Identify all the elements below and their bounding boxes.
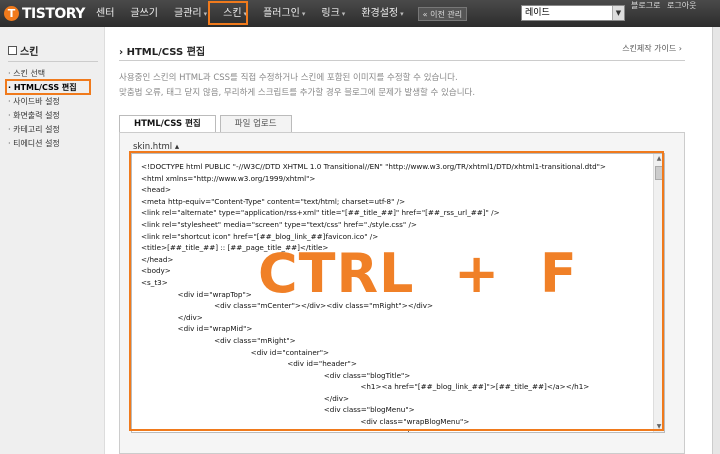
sidebar-item-display-settings[interactable]: · 화면출력 설정 [8,109,77,123]
skin-guide-link[interactable]: 스킨제작 가이드 › [622,43,682,54]
top-links: 블로그로 로그아웃 [631,0,700,27]
sidebar-item-category-settings[interactable]: · 카테고리 설정 [8,123,77,137]
menu-label-settings: 환경설정 [361,8,399,19]
chevron-down-icon: ▾ [301,10,306,18]
editor-tabs: HTML/CSS 편집 파일 업로드 [119,115,292,133]
chevron-down-icon: ▾ [341,10,346,18]
sidebar-item-tedition-settings[interactable]: · 티에디션 설정 [8,137,77,151]
skin-guide-text: 스킨제작 가이드 [622,44,677,53]
menu-label-posts: 글관리 [174,8,202,19]
sidebar-item-sidebar-settings[interactable]: · 사이드바 설정 [8,95,77,109]
page-title-text: HTML/CSS 편집 [126,47,206,58]
square-icon [8,46,17,55]
menu-item-link[interactable]: 링크 ▾ [313,0,353,27]
top-navigation-bar: T TISTORY 센터 글쓰기 글관리 ▾ 스킨 ▾ 플러그인 ▾ 링크 ▾ 환경설정… [0,0,720,27]
tistory-logo[interactable]: T TISTORY [4,4,85,23]
html-css-sidebar-highlight [5,79,91,95]
menu-label-link: 링크 [321,8,340,19]
page-title: › HTML/CSS 편집 [119,47,206,58]
sidebar-title-text: 스킨 [20,47,39,58]
tab-file-upload[interactable]: 파일 업로드 [219,115,292,133]
blog-select[interactable]: 레이드 ▼ [521,5,625,21]
blog-select-value: 레이드 [525,8,550,18]
menu-item-plugin[interactable]: 플러그인 ▾ [255,0,313,27]
logout-link[interactable]: 로그아웃 [667,1,696,10]
sidebar-divider [8,61,98,62]
menu-item-write[interactable]: 글쓰기 [122,0,166,27]
main-menu: 센터 글쓰기 글관리 ▾ 스킨 ▾ 플러그인 ▾ 링크 ▾ 환경설정 ▾ « 이전 관리 [88,0,468,27]
chevron-down-icon: ▾ [400,10,404,18]
dropdown-arrow-icon: ▼ [612,6,624,20]
tab-html-css[interactable]: HTML/CSS 편집 [119,115,216,133]
skin-menu-highlight [208,1,248,25]
menu-item-settings[interactable]: 환경설정 ▾ [353,0,411,27]
title-divider [119,60,685,61]
menu-item-center[interactable]: 센터 [88,0,122,27]
chevron-down-icon: ▾ [203,10,208,18]
menu-label-plugin: 플러그인 [263,8,300,19]
description-line: 맞춤법 오류, 태그 닫지 않음, 무리하게 스크립트를 추가할 경우 블로그에… [119,88,476,98]
page-scrollbar[interactable] [712,27,720,454]
ctrl-f-overlay-text: CTRL + F [258,242,578,305]
link-to-blog[interactable]: 블로그로 [631,1,660,10]
logo-mark-icon: T [4,6,19,21]
old-admin-button[interactable]: « 이전 관리 [417,6,468,21]
page-description: 사용중인 스킨의 HTML과 CSS를 직접 수정하거나 스킨에 포함된 이미지… [119,71,679,101]
sidebar-title: 스킨 [8,43,38,58]
logo-text: TISTORY [22,5,85,22]
description-line: 사용중인 스킨의 HTML과 CSS를 직접 수정하거나 스킨에 포함된 이미지… [119,73,458,83]
